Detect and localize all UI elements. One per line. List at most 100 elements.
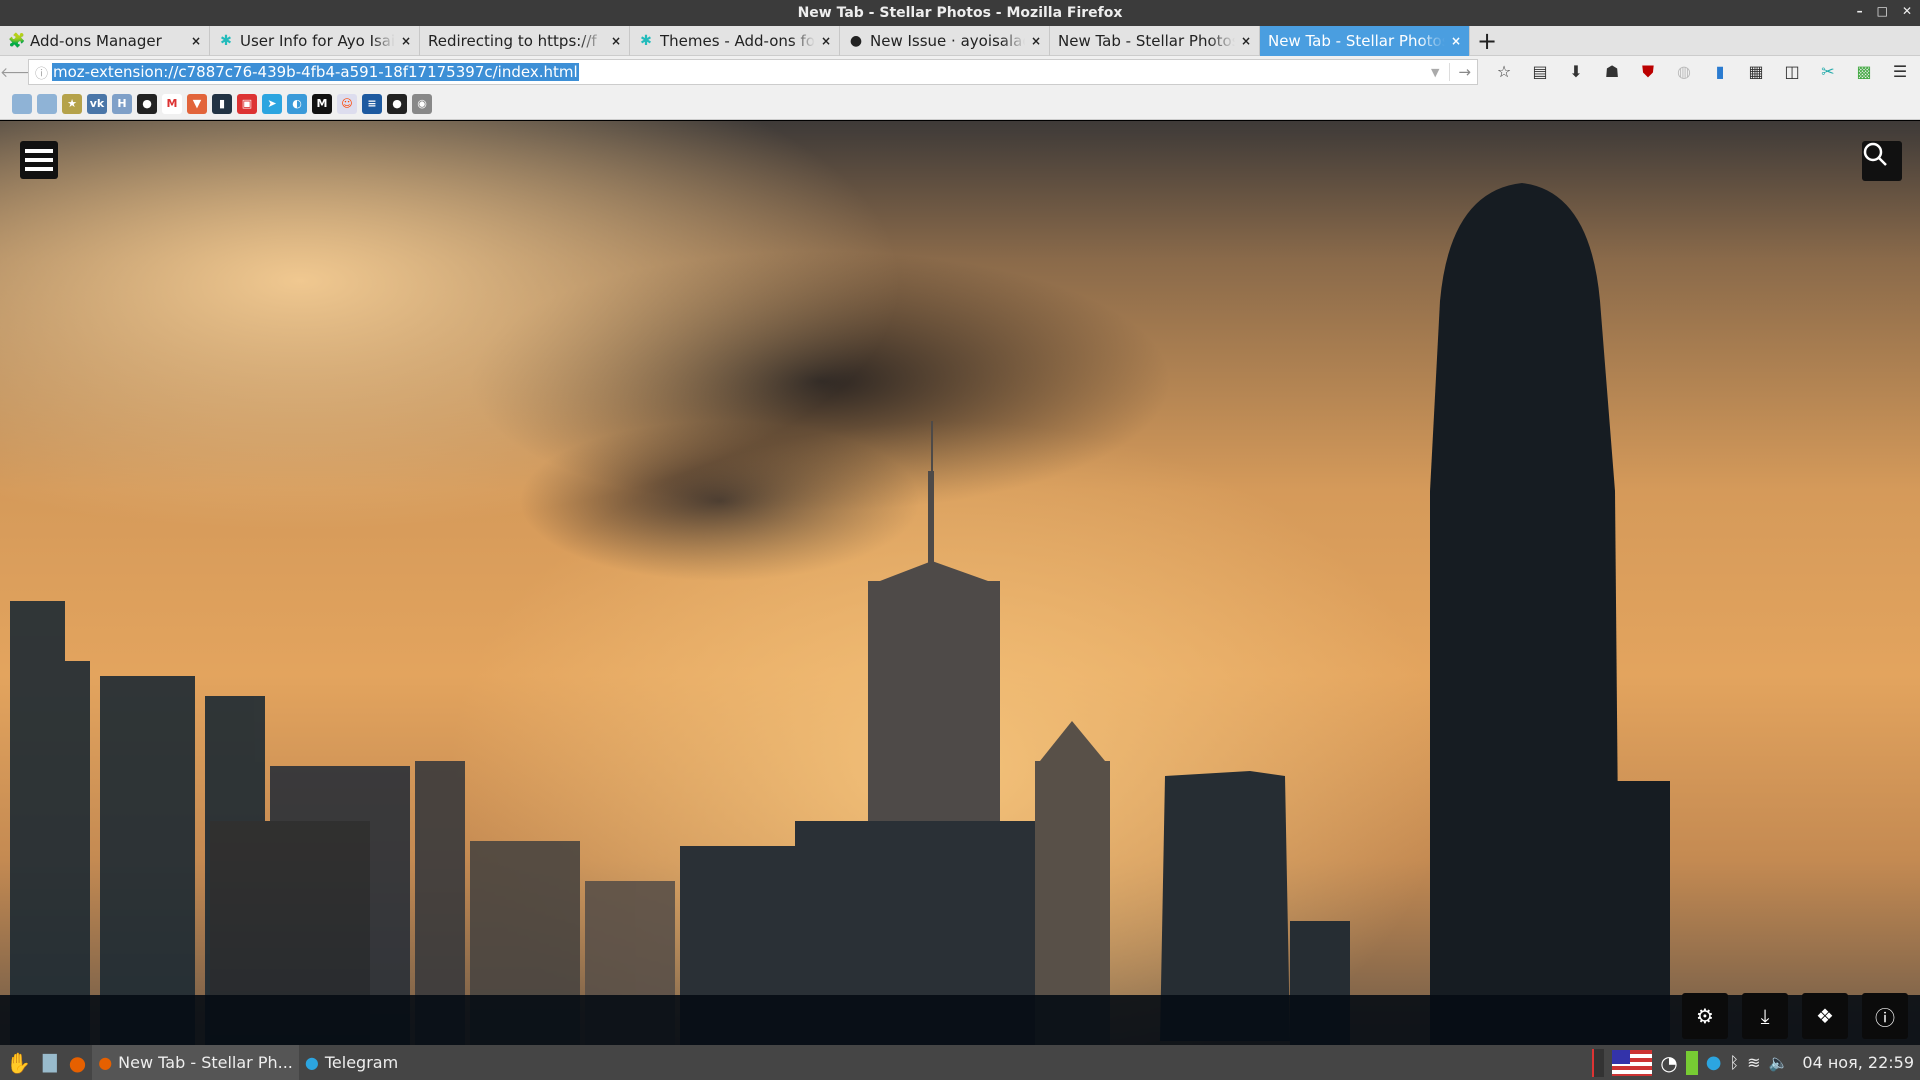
tab-2[interactable]: Redirecting to https://f ×: [420, 26, 630, 56]
tab-label: Themes - Add-ons for: [660, 32, 815, 50]
gear-icon: ⚙: [1696, 1004, 1714, 1028]
firefox-launcher[interactable]: ●: [63, 1045, 92, 1080]
globe-icon[interactable]: ◍: [1666, 62, 1702, 82]
xfce-mouse-icon: ✋: [6, 1050, 31, 1075]
battery-icon[interactable]: [1685, 1050, 1698, 1075]
window-titlebar: New Tab - Stellar Photos - Mozilla Firef…: [0, 0, 1920, 26]
menu-button[interactable]: [20, 141, 58, 179]
telegram-tray-icon[interactable]: ●: [1706, 1052, 1722, 1073]
bookmark-folder-icon[interactable]: [12, 93, 32, 114]
taskbar: ✋ ▇ ● ● New Tab - Stellar Ph... ● Telegram…: [0, 1045, 1920, 1080]
extension-icon[interactable]: ▮: [1702, 62, 1738, 82]
navigation-bar: 🡐 ⓘ moz-extension://c7887c76-439b-4fb4-a…: [0, 56, 1920, 88]
bookmark-github-icon[interactable]: ●: [387, 93, 407, 114]
cpu-graph-icon: [1592, 1048, 1605, 1077]
bookmarks-toolbar: ★ vk H ● M ▼ ▮ ▣ ➤ ◐ M ☺ ≡ ● ◉: [0, 88, 1920, 120]
hamburger-menu-icon[interactable]: ☰: [1882, 62, 1918, 82]
taskbar-item-telegram[interactable]: ● Telegram: [299, 1045, 404, 1080]
addons-icon: ✱: [220, 33, 232, 49]
s3-icon[interactable]: ▩: [1846, 62, 1882, 82]
sidebar-icon[interactable]: ◫: [1774, 62, 1810, 82]
bookmark-h-icon[interactable]: H: [112, 93, 132, 114]
us-flag-keyboard-layout-icon[interactable]: [1612, 1049, 1653, 1076]
info-icon: ⓘ: [1875, 1005, 1895, 1030]
url-text[interactable]: moz-extension://c7887c76-439b-4fb4-a591-…: [52, 63, 579, 81]
url-bar[interactable]: ⓘ moz-extension://c7887c76-439b-4fb4-a59…: [28, 59, 1478, 85]
file-manager-launcher[interactable]: ▇: [37, 1045, 63, 1080]
tab-close-button[interactable]: ×: [1031, 34, 1041, 48]
tab-4[interactable]: ● New Issue · ayoisalade ×: [840, 26, 1050, 56]
back-button[interactable]: 🡐: [0, 64, 38, 81]
download-icon: ⤓: [1760, 1004, 1770, 1028]
search-button[interactable]: [1862, 141, 1902, 181]
firefox-icon: ●: [68, 1050, 87, 1075]
maximize-button[interactable]: □: [1877, 4, 1888, 18]
minimize-button[interactable]: –: [1857, 4, 1863, 18]
bookmark-telegram-icon[interactable]: ➤: [262, 93, 282, 114]
dropbox-icon: ❖: [1816, 1004, 1834, 1028]
puzzle-icon: 🧩: [8, 33, 26, 49]
tab-1[interactable]: ✱ User Info for Ayo Isaiah ×: [210, 26, 420, 56]
download-icon[interactable]: ⬇: [1558, 62, 1594, 82]
tab-label: New Tab - Stellar Photos: [1058, 32, 1235, 50]
telegram-icon: ●: [304, 1053, 319, 1072]
taskbar-item-firefox[interactable]: ● New Tab - Stellar Ph...: [92, 1045, 299, 1080]
clock-tray-icon[interactable]: ◔: [1660, 1051, 1677, 1075]
addons-icon: ✱: [640, 33, 652, 49]
tab-close-button[interactable]: ×: [821, 34, 831, 48]
dropbox-button[interactable]: ❖: [1802, 993, 1848, 1039]
search-icon: [1863, 142, 1887, 166]
volume-icon[interactable]: 🔈: [1768, 1053, 1788, 1072]
bookmark-stackoverflow-icon[interactable]: ≡: [362, 93, 382, 114]
bookmark-medium-icon[interactable]: M: [312, 93, 332, 114]
tab-6[interactable]: New Tab - Stellar Photos ×: [1260, 26, 1470, 56]
tab-close-button[interactable]: ×: [401, 34, 411, 48]
screenshot-icon[interactable]: ✂: [1810, 62, 1846, 82]
toolbar-icons: ☆ ▤ ⬇ ☗ ⛊ ◍ ▮ ▦ ◫ ✂ ▩ ☰: [1486, 62, 1918, 82]
bookmark-edge-icon[interactable]: ◐: [287, 93, 307, 114]
url-dropdown-icon[interactable]: ▼: [1431, 66, 1439, 79]
download-button[interactable]: ⤓: [1742, 993, 1788, 1039]
star-icon[interactable]: ☆: [1486, 62, 1522, 82]
clipboard-icon[interactable]: ▤: [1522, 62, 1558, 82]
tab-close-button[interactable]: ×: [1451, 34, 1461, 48]
tab-close-button[interactable]: ×: [611, 34, 621, 48]
go-arrow-icon[interactable]: →: [1449, 63, 1471, 81]
info-button[interactable]: ⓘ: [1862, 993, 1908, 1039]
start-menu-button[interactable]: ✋: [0, 1045, 37, 1080]
window-title: New Tab - Stellar Photos - Mozilla Firef…: [797, 5, 1123, 21]
tab-3[interactable]: ✱ Themes - Add-ons for ×: [630, 26, 840, 56]
tab-0[interactable]: 🧩 Add-ons Manager ×: [0, 26, 210, 56]
bookmark-globe-icon[interactable]: ◉: [412, 93, 432, 114]
clock[interactable]: 04 ноя, 22:59: [1802, 1053, 1914, 1072]
tab-close-button[interactable]: ×: [191, 34, 201, 48]
taskbar-item-label: New Tab - Stellar Ph...: [118, 1053, 293, 1072]
tab-label: Add-ons Manager: [30, 32, 162, 50]
bookmark-github-icon[interactable]: ●: [137, 93, 157, 114]
new-tab-button[interactable]: +: [1470, 26, 1504, 56]
settings-button[interactable]: ⚙: [1682, 993, 1728, 1039]
tab-label: User Info for Ayo Isaiah: [240, 32, 395, 50]
ghost-icon[interactable]: ☗: [1594, 62, 1630, 82]
folder-icon: ▇: [42, 1052, 57, 1073]
bookmark-tv-icon[interactable]: ▣: [237, 93, 257, 114]
bookmark-vk-icon[interactable]: vk: [87, 93, 107, 114]
ublock-icon[interactable]: ⛊: [1630, 62, 1666, 82]
wifi-icon[interactable]: ≋: [1747, 1053, 1760, 1072]
info-icon[interactable]: ⓘ: [35, 63, 48, 82]
firefox-icon: ●: [98, 1053, 113, 1072]
bookmark-folder-icon[interactable]: [37, 93, 57, 114]
bookmark-reddit-icon[interactable]: ☺: [337, 93, 357, 114]
taskbar-item-label: Telegram: [324, 1053, 399, 1072]
grid-icon[interactable]: ▦: [1738, 62, 1774, 82]
bookmark-gmail-icon[interactable]: M: [162, 93, 182, 114]
bookmark-star-icon[interactable]: ★: [62, 93, 82, 114]
bluetooth-icon[interactable]: ᛒ: [1729, 1053, 1739, 1072]
stellar-photos-background: ⚙ ⤓ ❖ ⓘ: [0, 121, 1920, 1045]
bookmark-gitlab-icon[interactable]: ▼: [187, 93, 207, 114]
tab-close-button[interactable]: ×: [1241, 34, 1251, 48]
bookmark-cup-icon[interactable]: ▮: [212, 93, 232, 114]
photo-info-bar: ⚙ ⤓ ❖ ⓘ: [0, 993, 1920, 1045]
tab-5[interactable]: New Tab - Stellar Photos ×: [1050, 26, 1260, 56]
close-window-button[interactable]: ✕: [1902, 4, 1912, 18]
